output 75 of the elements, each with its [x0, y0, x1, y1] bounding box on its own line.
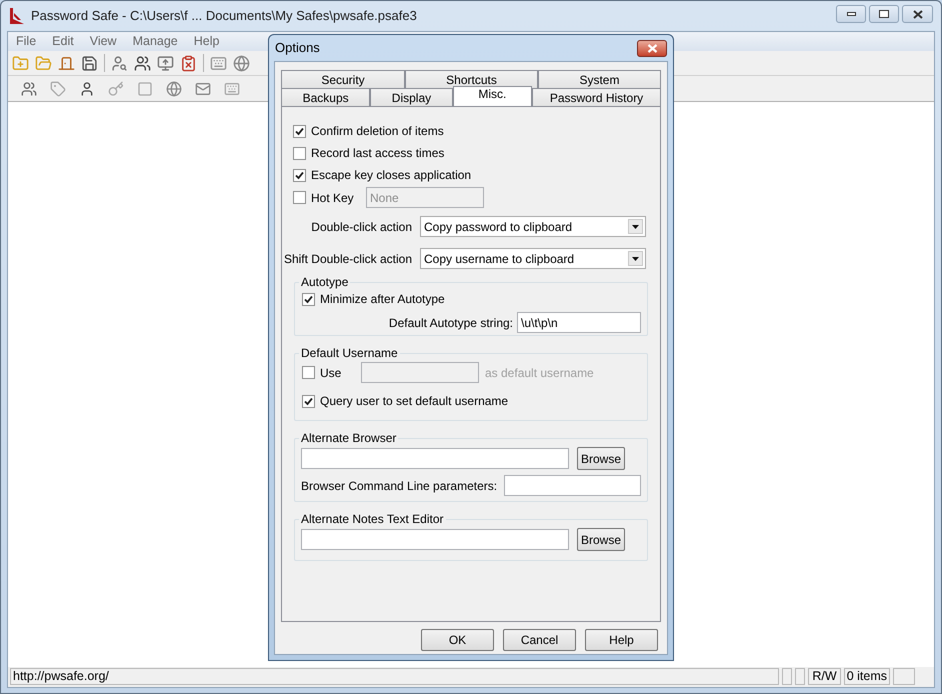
- square-icon[interactable]: [137, 80, 153, 96]
- checkbox-label: Confirm deletion of items: [311, 123, 444, 140]
- folder-plus-icon[interactable]: [12, 54, 29, 72]
- tag-icon[interactable]: [50, 80, 66, 96]
- close-icon: [646, 44, 658, 52]
- status-text: http://pwsafe.org/: [10, 668, 780, 685]
- tab[interactable]: Security: [281, 70, 406, 88]
- globe-icon[interactable]: [166, 80, 182, 96]
- menu-item[interactable]: View: [82, 32, 125, 51]
- checkbox[interactable]: [302, 292, 315, 306]
- menu-item[interactable]: Edit: [44, 32, 82, 51]
- mail-icon[interactable]: [195, 80, 211, 96]
- field-label: Default Autotype string:: [388, 314, 513, 332]
- dialog-title: Options: [275, 39, 321, 58]
- users-icon[interactable]: [21, 80, 37, 96]
- field-label: Double-click action: [311, 218, 412, 236]
- text-field[interactable]: \u\t\p\n: [517, 312, 641, 333]
- dropdown[interactable]: Copy password to clipboard: [420, 216, 646, 237]
- push-button[interactable]: Browse: [577, 528, 625, 551]
- checkbox[interactable]: [302, 366, 315, 379]
- menu-item[interactable]: Manage: [124, 32, 186, 51]
- status-count: 0 items: [844, 668, 890, 685]
- field-hint: as default username: [485, 364, 594, 382]
- push-button[interactable]: OK: [421, 629, 494, 651]
- push-button[interactable]: Help: [585, 629, 658, 651]
- checkbox[interactable]: [293, 124, 306, 138]
- field-label: Shift Double-click action: [284, 250, 412, 268]
- dropdown[interactable]: Copy username to clipboard: [420, 248, 646, 269]
- tab[interactable]: Shortcuts: [405, 70, 538, 88]
- keyboard-icon[interactable]: [224, 80, 240, 96]
- browser-path-field[interactable]: [301, 448, 569, 469]
- users-icon[interactable]: [134, 54, 151, 72]
- editor-path-field[interactable]: [301, 529, 569, 550]
- tab[interactable]: Backups: [281, 88, 370, 106]
- keyboard-icon[interactable]: [210, 54, 227, 72]
- user-icon[interactable]: [79, 80, 95, 96]
- menu-item[interactable]: File: [8, 32, 44, 51]
- tab[interactable]: System: [538, 70, 661, 88]
- checkbox-label: Record last access times: [311, 145, 444, 162]
- close-button[interactable]: [637, 40, 667, 56]
- tab[interactable]: Display: [370, 88, 453, 106]
- close-icon: [912, 10, 922, 18]
- user-search-icon[interactable]: [111, 54, 128, 72]
- app-logo-icon: [9, 7, 25, 25]
- maximize-button[interactable]: [869, 5, 899, 23]
- globe-icon[interactable]: [233, 54, 250, 72]
- tab[interactable]: Password History: [532, 88, 661, 106]
- minimize-button[interactable]: [836, 5, 866, 23]
- push-button[interactable]: Cancel: [503, 629, 576, 651]
- clipboard-x-icon[interactable]: [180, 54, 197, 72]
- menu-item[interactable]: Help: [186, 32, 228, 51]
- push-button[interactable]: Browse: [577, 447, 625, 470]
- folder-icon[interactable]: [35, 54, 52, 72]
- checkbox-label: Use: [320, 364, 342, 382]
- checkbox-label: Query user to set default username: [320, 393, 508, 410]
- checkbox-label: Escape key closes application: [311, 167, 472, 184]
- group-title: Default Username: [300, 345, 399, 362]
- tab[interactable]: Misc.: [452, 86, 532, 106]
- checkbox[interactable]: [293, 168, 306, 182]
- group-title: Autotype: [300, 274, 350, 291]
- status-mode: R/W: [808, 668, 841, 685]
- checkbox-label: Hot Key: [311, 190, 354, 206]
- group-title: Alternate Notes Text Editor: [300, 511, 445, 528]
- save-icon[interactable]: [81, 54, 98, 72]
- close-button[interactable]: [902, 5, 933, 23]
- parameters-field[interactable]: [504, 475, 641, 496]
- field-label: Browser Command Line parameters:: [301, 478, 498, 494]
- key-icon[interactable]: [108, 80, 124, 96]
- group-title: Alternate Browser: [300, 430, 398, 447]
- monitor-icon[interactable]: [157, 54, 174, 72]
- checkbox-label: Minimize after Autotype: [320, 291, 445, 308]
- checkbox[interactable]: [302, 394, 315, 408]
- window-title: Password Safe - C:\Users\f ... Documents\My Safes\pwsafe.psafe3: [31, 7, 418, 26]
- checkbox[interactable]: [293, 146, 306, 160]
- door-icon[interactable]: [58, 54, 75, 72]
